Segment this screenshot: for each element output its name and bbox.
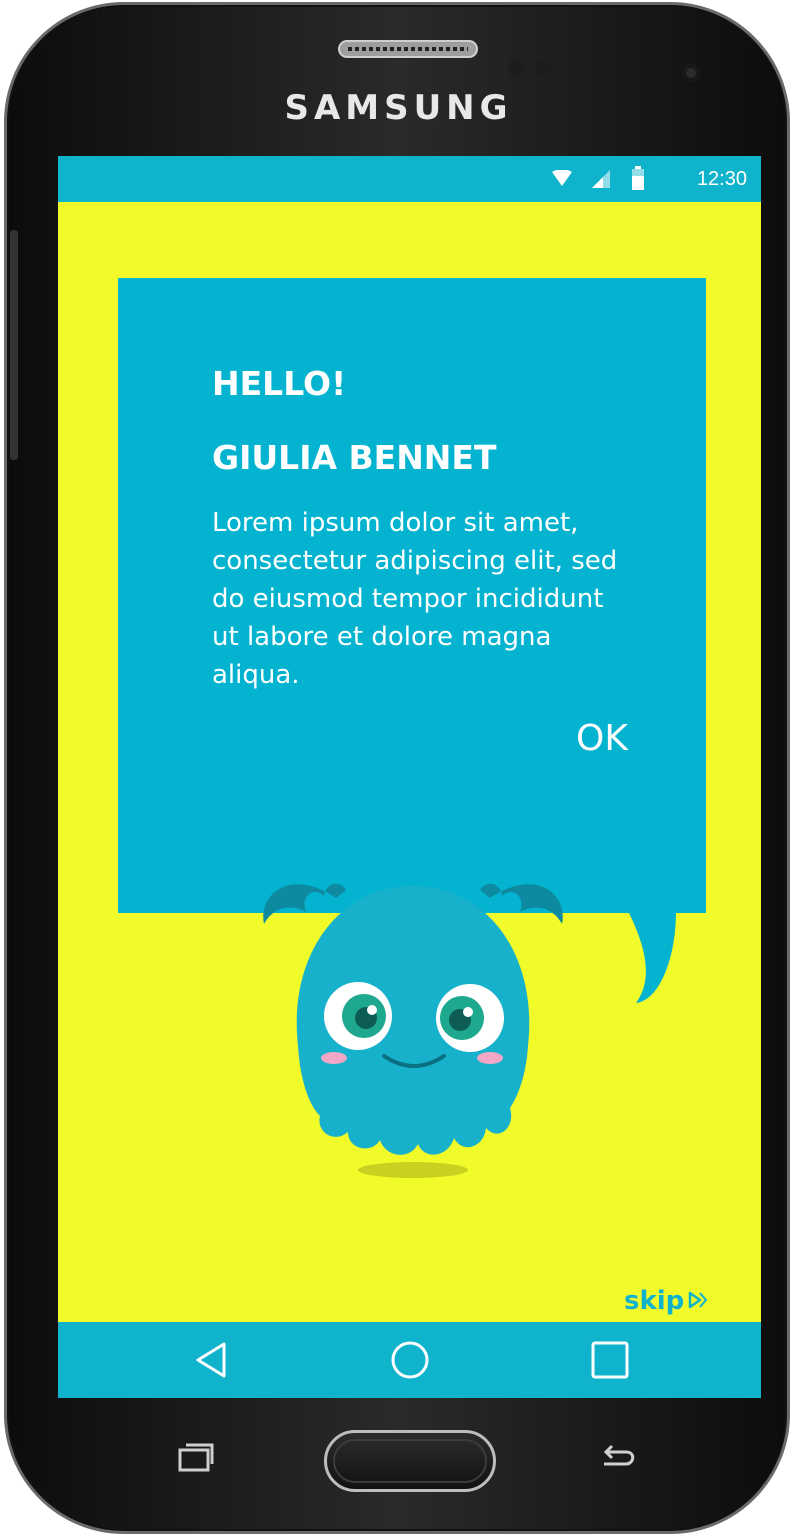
hardware-back-icon[interactable]: [596, 1440, 640, 1474]
brand-logo: SAMSUNG: [284, 88, 513, 128]
front-camera: [682, 64, 700, 82]
light-sensor: [536, 60, 552, 76]
screen: 12:30 HELLO! GIULIA BENNET Lorem ipsum d…: [58, 156, 761, 1398]
status-time: 12:30: [696, 168, 747, 190]
battery-icon: [632, 166, 644, 190]
dialog-greeting: HELLO!: [212, 364, 347, 403]
navigation-bar: [58, 1322, 761, 1398]
monster-mascot-icon: [263, 883, 563, 1178]
earpiece-speaker: [338, 40, 478, 58]
signal-icon: [592, 170, 610, 188]
proximity-sensor: [508, 60, 524, 76]
hardware-recents-icon[interactable]: [176, 1442, 216, 1474]
dialog-message: Lorem ipsum dolor sit amet, consectetur …: [212, 508, 618, 690]
hardware-home-button[interactable]: [324, 1430, 496, 1492]
recents-icon[interactable]: [590, 1340, 630, 1380]
ok-button[interactable]: OK: [576, 718, 628, 759]
volume-button: [10, 230, 18, 460]
dialog-user-name: GIULIA BENNET: [212, 438, 497, 477]
skip-arrow-icon: [689, 1291, 708, 1309]
skip-button[interactable]: skip: [624, 1286, 708, 1316]
wifi-icon: [552, 170, 572, 186]
status-bar: 12:30: [58, 156, 761, 202]
back-icon[interactable]: [192, 1340, 232, 1380]
home-icon[interactable]: [390, 1340, 430, 1380]
speech-bubble-tail: [628, 911, 676, 1003]
skip-label: skip: [624, 1286, 685, 1316]
